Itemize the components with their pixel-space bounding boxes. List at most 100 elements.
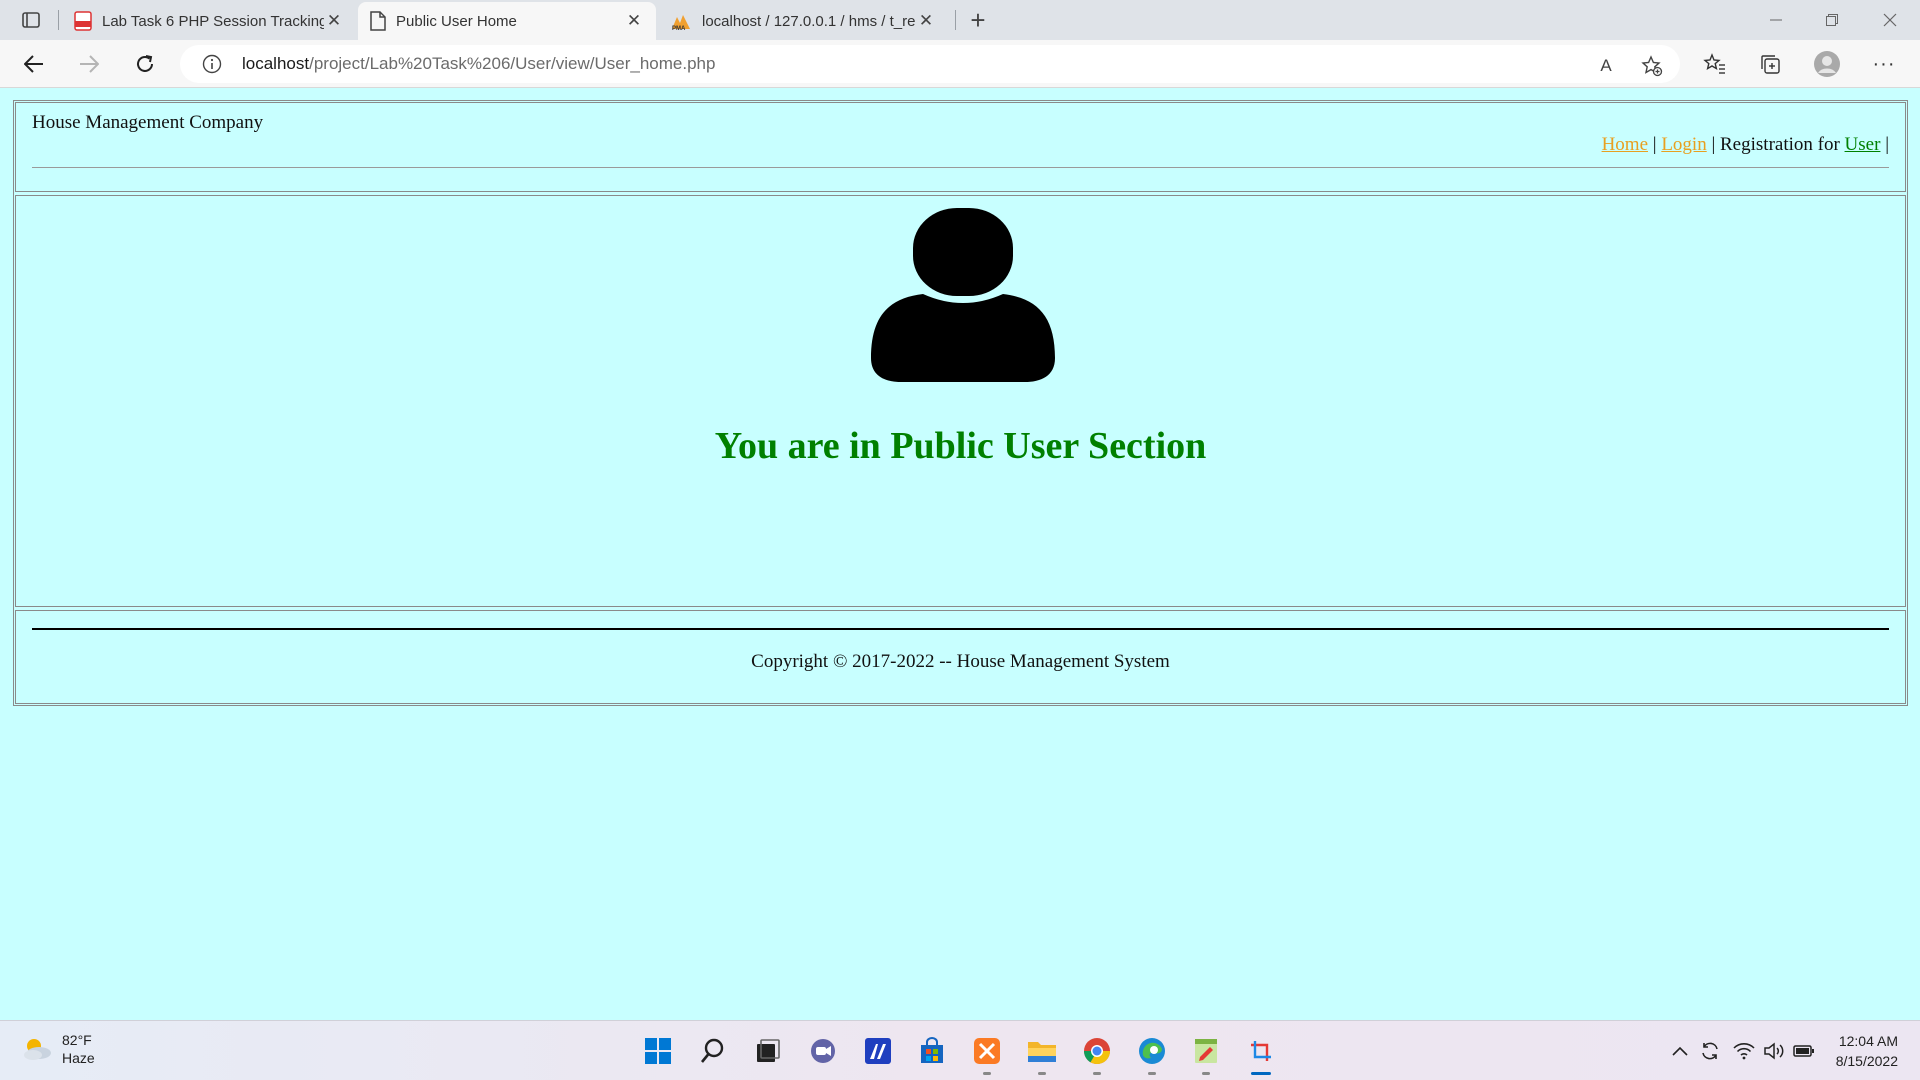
windows-taskbar: 82°F Haze 12:04 AM 8/15/2022	[0, 1020, 1920, 1080]
pdf-icon	[74, 11, 92, 31]
sync-icon	[1702, 1042, 1718, 1060]
home-link[interactable]: Home	[1602, 134, 1648, 155]
tab-title: Public User Home	[396, 12, 517, 30]
xampp-button[interactable]	[969, 1033, 1005, 1075]
running-indicator	[983, 1072, 991, 1075]
copyright-text: Copyright © 2017-2022 -- House Managemen…	[751, 651, 1170, 672]
weather-widget[interactable]: 82°F Haze	[22, 1031, 95, 1067]
collections-button[interactable]	[1753, 48, 1787, 80]
page-viewport: House Management Company Home | Login | …	[0, 89, 1920, 1019]
weather-temperature: 82°F	[62, 1032, 92, 1048]
store-button[interactable]	[914, 1033, 950, 1069]
store-icon	[921, 1037, 943, 1063]
editor-app-button[interactable]	[860, 1033, 896, 1069]
tab-title: localhost / 127.0.0.1 / hms / t_re	[702, 12, 916, 30]
nav-separator: |	[1880, 134, 1889, 155]
browser-tab-bar: Lab Task 6 PHP Session Tracking ✕ Public…	[0, 0, 1920, 40]
tab-actions-button[interactable]	[14, 8, 48, 32]
tab-actions-icon	[22, 12, 40, 28]
ellipsis-icon: ···	[1872, 52, 1896, 75]
read-aloud-icon: A	[1600, 56, 1612, 75]
plus-icon: +	[970, 4, 986, 35]
favorites-button[interactable]	[1698, 48, 1732, 80]
editor-app-icon	[865, 1038, 891, 1064]
page-icon	[370, 11, 386, 31]
speaker-icon	[1764, 1042, 1784, 1060]
tab-lab-task[interactable]: Lab Task 6 PHP Session Tracking ✕	[62, 2, 356, 40]
profile-avatar-icon	[1814, 51, 1840, 77]
address-toolbar: localhost/project/Lab%20Task%206/User/vi…	[0, 40, 1920, 88]
restore-button[interactable]	[1804, 0, 1860, 40]
system-clock[interactable]: 12:04 AM 8/15/2022	[1836, 1031, 1898, 1071]
close-window-button[interactable]	[1862, 0, 1918, 40]
chevron-up-icon	[1672, 1046, 1688, 1056]
url-bar[interactable]: localhost/project/Lab%20Task%206/User/vi…	[180, 45, 1680, 83]
top-navigation: Home | Login | Registration for User |	[1602, 134, 1889, 156]
running-indicator	[1038, 1072, 1046, 1075]
tab-separator	[58, 10, 59, 30]
snipping-tool-button[interactable]	[1243, 1033, 1279, 1075]
start-button[interactable]	[640, 1033, 676, 1069]
running-indicator	[1202, 1072, 1210, 1075]
teams-chat-icon	[811, 1039, 835, 1063]
star-add-icon	[1641, 55, 1663, 77]
add-favorite-button[interactable]	[1636, 50, 1668, 82]
restore-icon	[1826, 14, 1838, 26]
forward-button[interactable]	[72, 48, 106, 80]
running-indicator	[1148, 1072, 1156, 1075]
more-options-button[interactable]: ···	[1867, 48, 1901, 80]
new-tab-button[interactable]: +	[964, 4, 992, 35]
battery-button[interactable]	[1792, 1039, 1816, 1063]
minimize-icon	[1770, 19, 1782, 21]
refresh-icon	[137, 55, 153, 72]
weather-haze-icon	[24, 1039, 51, 1060]
sync-status-button[interactable]	[1698, 1039, 1722, 1063]
file-explorer-button[interactable]	[1024, 1033, 1060, 1075]
url-host: localhost	[242, 54, 310, 73]
edge-button[interactable]	[1134, 1033, 1170, 1075]
notepad-button[interactable]	[1188, 1033, 1224, 1075]
main-content: You are in Public User Section	[15, 195, 1906, 607]
tab-title: Lab Task 6 PHP Session Tracking	[102, 12, 324, 30]
refresh-button[interactable]	[128, 48, 162, 80]
running-indicator-active	[1251, 1072, 1271, 1075]
running-indicator	[1093, 1072, 1101, 1075]
read-aloud-button[interactable]: A	[1590, 50, 1622, 82]
registration-label: | Registration for	[1706, 134, 1845, 155]
minimize-button[interactable]	[1748, 0, 1804, 40]
task-view-button[interactable]	[750, 1033, 786, 1069]
info-icon[interactable]	[200, 52, 224, 76]
wifi-button[interactable]	[1732, 1039, 1756, 1063]
search-button[interactable]	[695, 1033, 731, 1069]
folder-icon	[1028, 1042, 1056, 1062]
teams-chat-button[interactable]	[805, 1033, 841, 1069]
task-view-icon	[757, 1039, 780, 1062]
arrow-left-icon	[24, 55, 43, 73]
chrome-button[interactable]	[1079, 1033, 1115, 1075]
login-link[interactable]: Login	[1661, 134, 1706, 155]
snipping-tool-icon	[1251, 1041, 1271, 1061]
notepad-icon	[1195, 1039, 1217, 1063]
volume-button[interactable]	[1762, 1039, 1786, 1063]
profile-button[interactable]	[1810, 48, 1844, 80]
close-icon[interactable]: ✕	[324, 11, 344, 31]
close-window-icon	[1883, 13, 1897, 27]
wifi-icon	[1733, 1043, 1755, 1060]
section-title: You are in Public User Section	[714, 425, 1207, 467]
user-registration-link[interactable]: User	[1845, 134, 1881, 155]
weather-description: Haze	[62, 1050, 95, 1066]
site-layout-table: House Management Company Home | Login | …	[13, 100, 1908, 706]
tab-separator	[955, 10, 956, 30]
back-button[interactable]	[17, 48, 51, 80]
close-icon[interactable]: ✕	[624, 11, 644, 31]
show-hidden-icons-button[interactable]	[1668, 1039, 1692, 1063]
site-footer: Copyright © 2017-2022 -- House Managemen…	[15, 610, 1906, 704]
site-header: House Management Company Home | Login | …	[15, 102, 1906, 192]
tab-public-user-home[interactable]: Public User Home ✕	[358, 2, 656, 40]
tab-phpmyadmin[interactable]: PMA localhost / 127.0.0.1 / hms / t_re ✕	[658, 2, 948, 40]
svg-text:PMA: PMA	[672, 26, 686, 31]
clock-date: 8/15/2022	[1835, 1053, 1898, 1069]
search-icon	[700, 1038, 724, 1063]
clock-time: 12:04 AM	[1838, 1033, 1898, 1049]
close-icon[interactable]: ✕	[916, 11, 936, 31]
